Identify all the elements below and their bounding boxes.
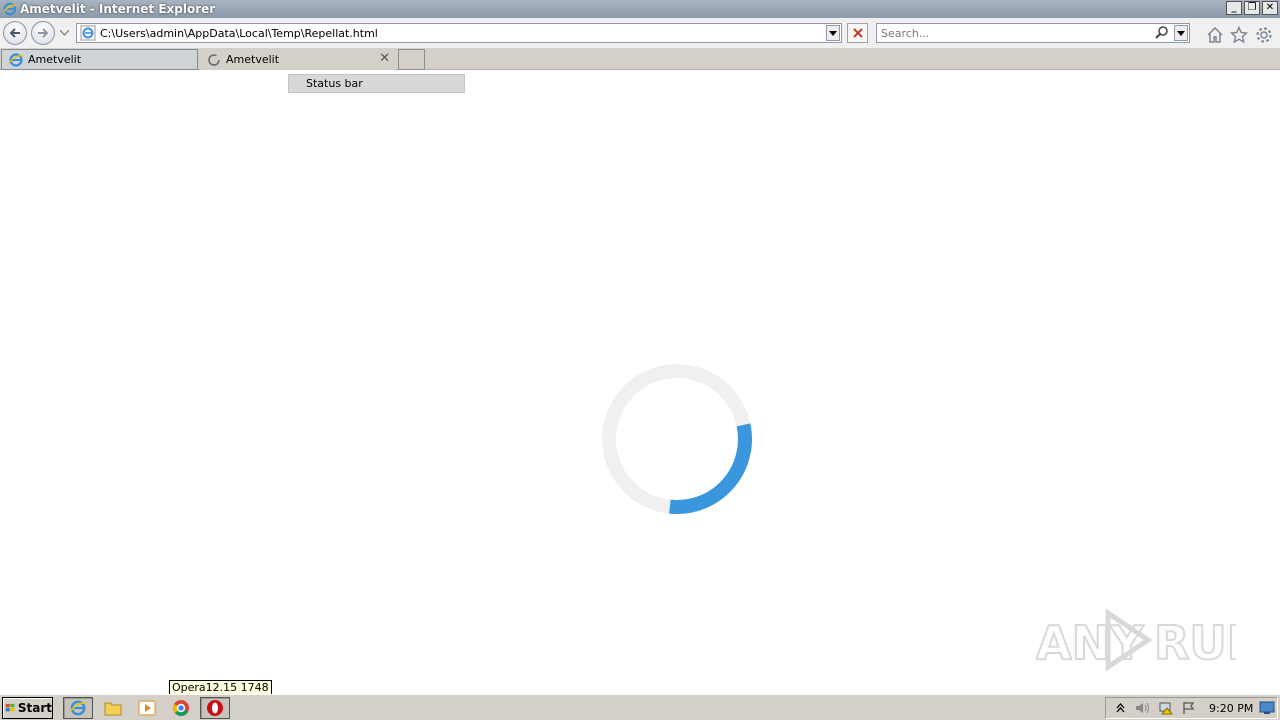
navigation-bar: C:\Users\admin\AppData\Local\Temp\Repell… [0,18,1280,48]
window-controls: _ ❐ ✕ [1226,1,1278,15]
show-desktop-icon[interactable] [1259,701,1275,715]
speaker-icon [1136,702,1149,714]
tab-ametvelit-loading[interactable]: Ametvelit ✕ [200,49,396,70]
search-icon[interactable] [1154,25,1170,41]
back-button[interactable] [3,21,27,45]
svg-text:RUN: RUN [1154,616,1236,670]
status-bar-menu-item[interactable]: Status bar [288,74,465,93]
history-dropdown-icon[interactable] [60,30,69,36]
gear-icon[interactable] [1255,26,1273,44]
loading-spinner-icon [208,53,220,66]
chrome-icon [173,700,189,716]
network-warning-icon [1159,702,1174,715]
windows-logo-icon [5,703,15,712]
chevron-up-icon [1116,703,1124,713]
ie-tab-icon [8,52,24,67]
anyrun-watermark-logo: ANY RUN [1036,608,1236,672]
address-dropdown-button[interactable] [826,25,840,41]
taskbar-media-player-button[interactable] [132,697,162,719]
status-bar-label: Status bar [306,77,363,90]
network-icon[interactable] [1157,700,1175,716]
taskbar-explorer-button[interactable] [98,697,128,719]
action-center-icon[interactable] [1180,700,1198,716]
volume-icon[interactable] [1134,700,1152,716]
show-hidden-icons-button[interactable] [1111,700,1129,716]
explorer-folder-icon [104,702,122,716]
restore-button[interactable]: ❐ [1244,1,1260,15]
search-input[interactable]: Search... [881,27,1154,40]
start-label: Start [17,701,52,715]
taskbar-tooltip: Opera12.15 1748 [169,680,272,695]
favorites-star-icon[interactable] [1230,26,1248,44]
address-url[interactable]: C:\Users\admin\AppData\Local\Temp\Repell… [100,27,378,40]
ie-icon [3,2,17,16]
spinner-arc [669,423,752,514]
chevron-down-icon [1177,30,1185,36]
tab-label: Ametvelit [226,53,280,66]
minimize-button[interactable]: _ [1226,1,1242,15]
opera-icon [207,700,223,716]
taskbar-ie-button[interactable] [63,697,93,719]
search-box[interactable]: Search... [876,23,1190,43]
chevron-down-icon [829,30,837,36]
media-player-icon [138,700,156,716]
loading-spinner [602,364,752,514]
tab-label: Ametvelit [28,53,82,66]
new-tab-button[interactable] [398,49,425,70]
address-bar[interactable]: C:\Users\admin\AppData\Local\Temp\Repell… [76,23,842,43]
clock[interactable]: 9:20 PM [1209,702,1253,715]
page-ie-icon [80,25,96,41]
tab-row: Ametvelit Ametvelit ✕ [0,48,1280,70]
system-tray: 9:20 PM [1105,697,1278,719]
stop-x-icon [852,28,863,38]
flag-icon [1183,702,1195,714]
taskbar-opera-button[interactable] [200,697,230,719]
close-button[interactable]: ✕ [1262,1,1278,15]
title-bar: Ametvelit - Internet Explorer _ ❐ ✕ [0,0,1280,18]
taskbar: Start 9:20 PM [0,694,1280,720]
tab-ametvelit-active[interactable]: Ametvelit [1,49,198,70]
stop-button[interactable] [847,23,868,43]
ie-icon [69,700,87,716]
start-button[interactable]: Start [2,697,53,719]
forward-arrow-icon [38,28,49,38]
taskbar-chrome-button[interactable] [166,697,196,719]
close-tab-icon[interactable]: ✕ [379,51,390,66]
window-title: Ametvelit - Internet Explorer [20,2,216,16]
search-dropdown-button[interactable] [1174,25,1188,41]
back-arrow-icon [9,28,20,38]
forward-button[interactable] [31,21,55,45]
home-icon[interactable] [1206,26,1224,44]
